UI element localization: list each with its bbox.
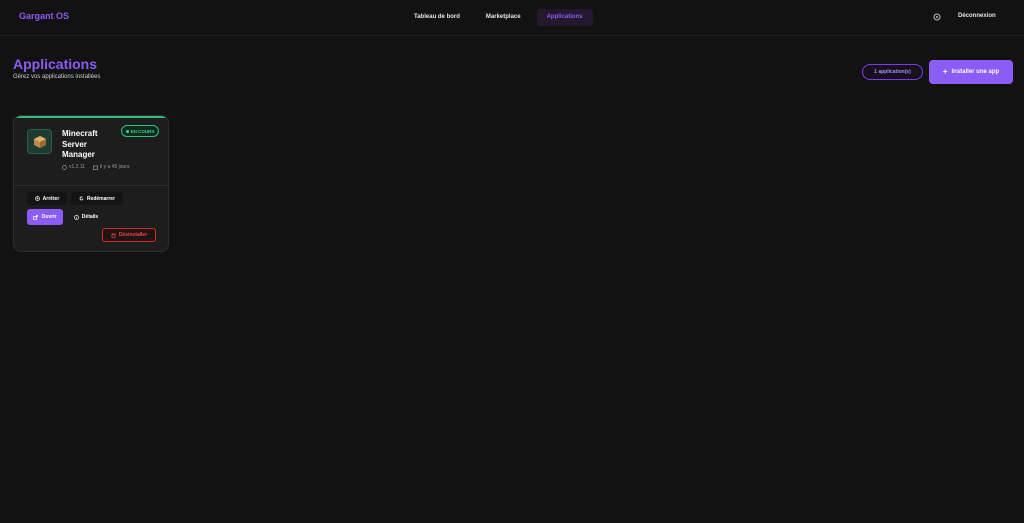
info-icon [73,214,79,220]
uninstall-button[interactable]: Désinstaller [102,228,156,242]
external-link-icon [33,214,39,220]
card-status-accent [14,116,168,118]
install-app-label: Installer une app [951,69,1000,75]
nav-marketplace[interactable]: Marketplace [476,9,531,26]
uninstall-label: Désinstaller [118,232,148,238]
nav-applications[interactable]: Applications [536,9,593,26]
plus-icon: + [942,67,948,76]
install-app-button[interactable]: + Installer une app [929,60,1013,84]
status-badge: EN COURS [121,125,159,137]
stop-button[interactable]: Arrêter [27,192,67,205]
app-install-age: il y a 45 jours [93,164,129,170]
app-version: v1.2.11 [62,164,85,170]
settings-gear-icon[interactable] [932,12,942,22]
restart-label: Redémarrer [86,195,116,202]
app-name: Minecraft Server Manager [62,129,98,159]
logout-button[interactable]: Déconnexion [958,13,996,19]
tag-icon [62,164,67,170]
details-button[interactable]: Détails [69,209,103,225]
calendar-icon [93,165,98,170]
main-nav: Tableau de bord Marketplace Applications [404,9,599,26]
app-card: Minecraft Server Manager EN COURS v1.2.1… [13,115,169,252]
version-text: v1.2.11 [69,164,86,170]
open-button[interactable]: Ouvrir [27,209,63,225]
refresh-icon [79,196,84,201]
age-text: il y a 45 jours [100,164,130,170]
open-label: Ouvrir [41,214,57,220]
stop-icon [34,196,40,201]
status-dot-icon [125,129,129,133]
app-count-badge: 1 application(s) [862,64,923,80]
card-divider [14,185,168,186]
status-label: EN COURS [130,128,155,134]
brand-logo[interactable]: Gargant OS [19,11,69,21]
page-title: Applications [13,56,98,72]
page-subtitle: Gérez vos applications installées [13,74,101,80]
restart-button[interactable]: Redémarrer [71,192,123,205]
top-navigation-bar: Gargant OS Tableau de bord Marketplace A… [0,0,1024,36]
package-box-icon [27,129,52,154]
stop-label: Arrêter [42,195,60,202]
details-label: Détails [81,214,99,220]
trash-icon [111,233,116,238]
nav-dashboard[interactable]: Tableau de bord [404,9,470,26]
